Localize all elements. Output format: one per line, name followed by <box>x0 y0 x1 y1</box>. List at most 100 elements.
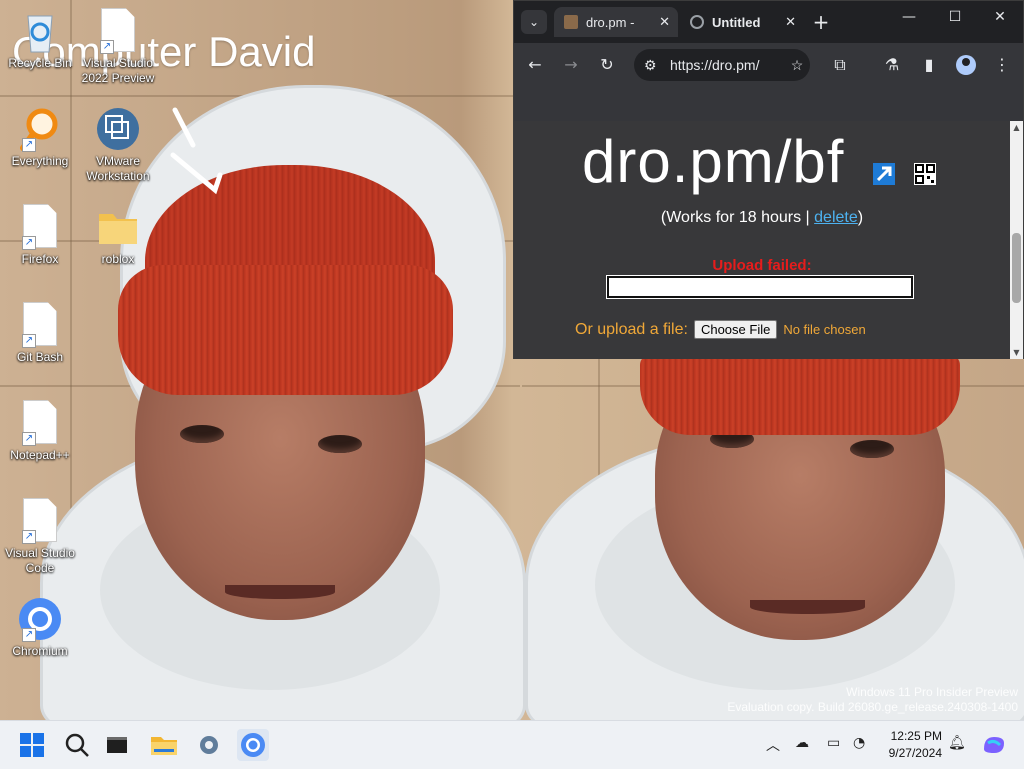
file-icon: ↗ <box>18 498 62 544</box>
open-link-icon[interactable] <box>873 163 895 185</box>
tab-title: dro.pm - <box>586 14 635 30</box>
page-scrollbar[interactable]: ▲ ▼ <box>1010 121 1023 359</box>
short-link-heading: dro.pm/bf <box>582 128 845 195</box>
desktop-icon-label: Chromium <box>12 644 68 658</box>
site-info-icon[interactable]: ⚙ <box>644 49 657 81</box>
new-tab-button[interactable]: + <box>809 10 833 34</box>
expiry-prefix: (Works for 18 hours | <box>660 209 815 226</box>
shortcut-arrow-icon: ↗ <box>22 138 36 152</box>
beanie-fold <box>640 355 960 435</box>
tab-strip: ⌄ dro.pm - ✕ Untitled ✕ + — ☐ ✕ <box>514 1 1023 43</box>
watermark-line1: Windows 11 Pro Insider Preview <box>846 685 1018 699</box>
maximize-button[interactable]: ☐ <box>935 9 975 25</box>
search-icon[interactable] <box>61 729 93 761</box>
dropm-favicon-icon <box>564 15 578 29</box>
browser-toolbar: ← → ↻ ⚙ https://dro.pm/ ☆ ⧉ ⚗ ▮ ⋮ <box>514 43 1023 87</box>
desktop-icon-vmware[interactable]: VMware Workstation <box>78 106 158 184</box>
mouth <box>225 585 335 599</box>
terminal-icon[interactable] <box>101 729 133 761</box>
forward-button[interactable]: → <box>559 53 583 77</box>
notification-bell-icon[interactable]: 🔔︎ <box>948 735 966 751</box>
desktop-icon-firefox[interactable]: ↗ Firefox <box>0 204 80 267</box>
profile-avatar-icon[interactable] <box>956 55 976 75</box>
minimize-button[interactable]: — <box>889 9 929 25</box>
clock-time: 12:25 PM <box>890 729 942 743</box>
file-icon: ↗ <box>96 8 140 54</box>
paste-text-area[interactable] <box>606 275 914 299</box>
tab-untitled[interactable]: Untitled ✕ <box>682 7 804 37</box>
shortcut-arrow-icon: ↗ <box>22 530 36 544</box>
menu-kebab-icon[interactable]: ⋮ <box>990 53 1014 77</box>
shortcut-arrow-icon: ↗ <box>22 236 36 250</box>
copilot-icon[interactable] <box>978 729 1010 761</box>
network-icon[interactable]: ▭ <box>827 735 840 751</box>
desktop-icon-label: Visual Studio 2022 Preview <box>81 56 155 85</box>
desktop-icon-vscode[interactable]: ↗ Visual Studio Code <box>0 498 80 576</box>
windows-watermark: Windows 11 Pro Insider Preview Evaluatio… <box>727 685 1018 715</box>
expiry-suffix: ) <box>857 209 864 226</box>
tab-title: Untitled <box>712 14 761 30</box>
volume-icon[interactable]: ◔ <box>853 735 865 751</box>
watermark-line2: Evaluation copy. Build 26080.ge_release.… <box>727 700 1018 714</box>
eye <box>850 440 894 458</box>
desktop-icon-notepadpp[interactable]: ↗ Notepad++ <box>0 400 80 463</box>
address-url: https://dro.pm/ <box>670 57 760 73</box>
cloud-sync-icon[interactable]: ☁ <box>795 735 809 751</box>
choose-file-button[interactable]: Choose File <box>693 320 778 339</box>
side-panel-icon[interactable]: ▮ <box>917 53 941 77</box>
delete-link[interactable]: delete <box>814 209 858 226</box>
extensions-icon[interactable]: ⧉ <box>828 53 852 77</box>
beanie-fold <box>118 265 453 395</box>
back-button[interactable]: ← <box>523 53 547 77</box>
desktop-icon-label: Recycle Bin <box>8 56 72 70</box>
desktop-icon-label: Firefox <box>21 252 59 266</box>
desktop-icon-git-bash[interactable]: ↗ Git Bash <box>0 302 80 365</box>
magnifier-icon: ↗ <box>18 106 62 152</box>
folder-icon <box>96 204 140 250</box>
upload-row: Or upload a file: Choose File No file ch… <box>575 320 866 339</box>
qr-code-icon[interactable] <box>914 163 936 185</box>
show-hidden-icons-icon[interactable]: ︿ <box>766 735 780 755</box>
scroll-down-icon[interactable]: ▼ <box>1010 348 1023 357</box>
bookmark-star-icon[interactable]: ☆ <box>782 49 812 81</box>
vmware-icon <box>96 106 140 152</box>
address-bar[interactable]: ⚙ https://dro.pm/ ☆ <box>634 49 810 81</box>
close-window-button[interactable]: ✕ <box>980 9 1020 25</box>
desktop-icon-label: Notepad++ <box>10 448 70 462</box>
shortcut-arrow-icon: ↗ <box>22 334 36 348</box>
no-file-chosen-text: No file chosen <box>783 322 866 337</box>
desktop-icon-label: VMware Workstation <box>86 154 150 183</box>
reload-button[interactable]: ↻ <box>595 53 619 77</box>
settings-icon[interactable] <box>193 729 225 761</box>
upload-label: Or upload a file: <box>575 320 688 338</box>
shortcut-arrow-icon: ↗ <box>22 628 36 642</box>
desktop-icon-everything[interactable]: ↗ Everything <box>0 106 80 169</box>
taskbar: ︿ ☁ ▭ ◔ 12:25 PM 9/27/2024 🔔︎ <box>0 720 1024 769</box>
scrollbar-thumb[interactable] <box>1012 233 1021 303</box>
chromium-icon[interactable] <box>237 729 269 761</box>
eye <box>318 435 362 453</box>
close-tab-icon[interactable]: ✕ <box>785 14 796 30</box>
file-icon: ↗ <box>18 400 62 446</box>
desktop-icon-chromium[interactable]: ↗ Chromium <box>0 596 80 659</box>
recycle-bin-icon <box>18 8 62 54</box>
tab-search-button[interactable]: ⌄ <box>521 10 547 34</box>
close-tab-icon[interactable]: ✕ <box>659 14 670 30</box>
tab-dropm[interactable]: dro.pm - ✕ <box>554 7 678 37</box>
clock-date: 9/27/2024 <box>888 746 942 760</box>
start-icon[interactable] <box>16 729 48 761</box>
shortcut-arrow-icon: ↗ <box>100 40 114 54</box>
browser-window: ⌄ dro.pm - ✕ Untitled ✕ + — ☐ ✕ ← → ↻ ⚙ … <box>513 0 1024 359</box>
desktop-icon-roblox[interactable]: roblox <box>78 204 158 267</box>
labs-flask-icon[interactable]: ⚗ <box>880 53 904 77</box>
desktop-icon-recycle-bin[interactable]: Recycle Bin <box>0 8 80 71</box>
system-clock[interactable]: 12:25 PM 9/27/2024 <box>880 728 942 762</box>
globe-icon <box>690 15 704 29</box>
desktop-icon-visual-studio-2022[interactable]: ↗ Visual Studio 2022 Preview <box>78 8 158 86</box>
page-content: dro.pm/bf (Works for 18 hours | delete) … <box>514 121 1010 359</box>
file-explorer-icon[interactable] <box>148 729 180 761</box>
scroll-up-icon[interactable]: ▲ <box>1010 123 1023 132</box>
toolbar-spacer <box>514 87 1023 121</box>
file-icon: ↗ <box>18 302 62 348</box>
file-icon: ↗ <box>18 204 62 250</box>
